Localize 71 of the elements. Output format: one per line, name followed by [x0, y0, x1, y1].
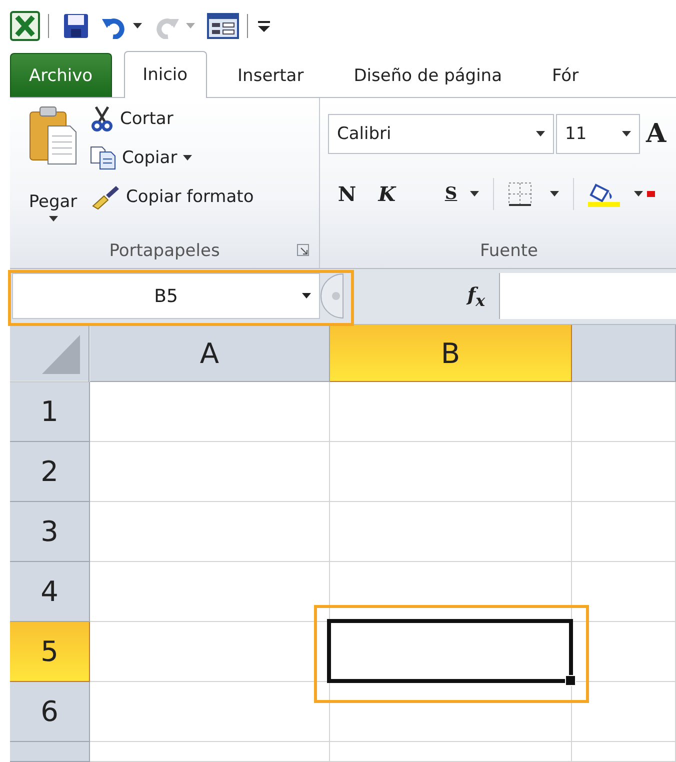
caret-icon — [302, 293, 311, 300]
ribbon-tab[interactable]: Inicio — [124, 51, 207, 98]
font-size-field[interactable]: 11 — [556, 114, 640, 154]
row-header[interactable]: 2 — [10, 442, 90, 502]
caret-icon — [48, 216, 58, 222]
cell[interactable] — [330, 382, 572, 442]
caret-icon — [183, 155, 192, 162]
form-icon[interactable] — [207, 12, 239, 39]
cell[interactable] — [330, 442, 572, 502]
borders-icon[interactable] — [508, 182, 532, 206]
row-header[interactable] — [10, 742, 90, 762]
row-header[interactable]: 4 — [10, 562, 90, 622]
underline-button[interactable]: S — [436, 184, 466, 204]
name-box[interactable]: B5 — [12, 273, 320, 320]
cell[interactable] — [572, 382, 676, 442]
active-cell[interactable] — [327, 619, 573, 683]
cell[interactable] — [90, 502, 330, 562]
copy-icon — [90, 146, 116, 170]
paste-button[interactable]: Pegar — [10, 98, 90, 234]
group-label: Portapapeles — [109, 240, 220, 261]
fill-color-icon[interactable] — [588, 181, 620, 208]
splitter-handle-icon[interactable] — [320, 273, 344, 320]
caret-icon — [622, 131, 631, 138]
cell[interactable] — [90, 442, 330, 502]
italic-button[interactable]: K — [372, 182, 402, 206]
ribbon-tab[interactable]: Insertar — [218, 53, 323, 98]
grow-font-button[interactable]: A — [646, 119, 666, 150]
format-painter-button[interactable]: Copiar formato — [90, 184, 254, 210]
cell[interactable] — [572, 682, 676, 742]
column-header[interactable]: A — [90, 325, 330, 382]
cell[interactable] — [90, 562, 330, 622]
caret-icon — [186, 22, 195, 29]
caret-icon — [133, 22, 142, 29]
cell[interactable] — [572, 742, 676, 762]
cell[interactable] — [572, 562, 676, 622]
brush-icon — [90, 184, 120, 210]
row-header[interactable]: 5 — [10, 622, 90, 682]
cell[interactable] — [90, 382, 330, 442]
column-header[interactable]: B — [330, 325, 572, 382]
bold-button[interactable]: N — [332, 182, 362, 206]
cell[interactable] — [330, 742, 572, 762]
select-all-corner[interactable] — [10, 325, 90, 382]
save-icon[interactable] — [63, 12, 89, 39]
cell[interactable] — [572, 502, 676, 562]
copy-button[interactable]: Copiar — [90, 146, 254, 170]
caret-icon — [550, 191, 559, 198]
column-header[interactable] — [572, 325, 676, 382]
row-header[interactable]: 6 — [10, 682, 90, 742]
caret-icon — [470, 191, 479, 198]
file-tab[interactable]: Archivo — [10, 53, 112, 98]
fill-handle[interactable] — [565, 675, 576, 686]
customize-menu-icon[interactable] — [258, 18, 270, 33]
ribbon-tab[interactable]: Diseño de página — [334, 53, 521, 98]
caret-icon — [634, 191, 643, 198]
clipboard-icon — [28, 106, 78, 166]
font-color-icon[interactable] — [647, 191, 655, 198]
cut-button[interactable]: Cortar — [90, 106, 254, 132]
cell[interactable] — [90, 742, 330, 762]
group-label: Fuente — [480, 240, 538, 261]
insert-function-button[interactable]: f$_{x}$ — [467, 284, 485, 310]
cell[interactable] — [90, 682, 330, 742]
scissors-icon — [90, 106, 114, 132]
formula-input[interactable] — [499, 273, 676, 320]
ribbon-tab[interactable]: Fór — [533, 53, 598, 98]
row-header[interactable]: 1 — [10, 382, 90, 442]
caret-icon — [536, 131, 545, 138]
cell[interactable] — [330, 502, 572, 562]
cell[interactable] — [572, 442, 676, 502]
dialog-launcher-icon[interactable] — [297, 244, 309, 256]
row-header[interactable]: 3 — [10, 502, 90, 562]
font-name-field[interactable]: Calibri — [328, 114, 554, 154]
